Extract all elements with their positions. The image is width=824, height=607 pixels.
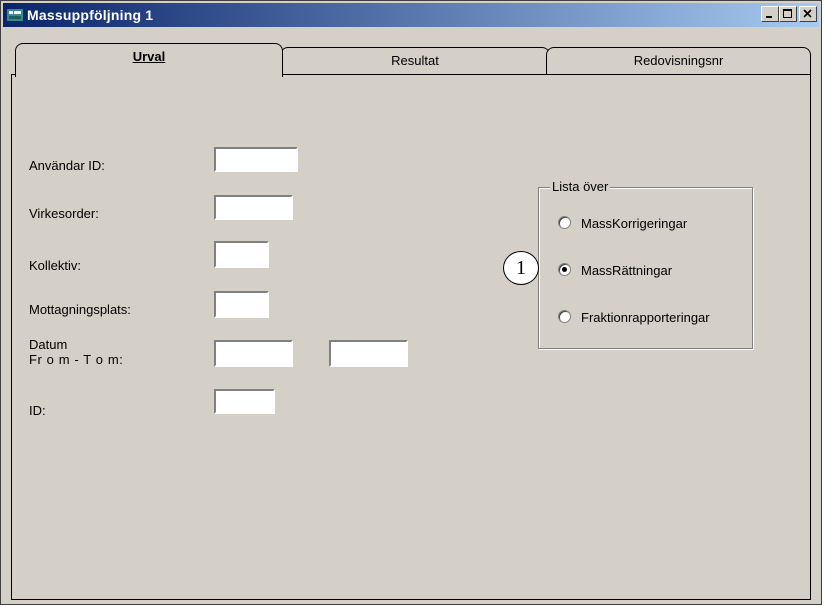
date-from-input[interactable] bbox=[214, 340, 293, 367]
order-label: Virkesorder: bbox=[29, 206, 99, 221]
id-label: ID: bbox=[29, 403, 46, 418]
radio-massrattningar-label[interactable]: MassRättningar bbox=[581, 263, 672, 278]
radio-selected-dot bbox=[562, 267, 567, 272]
date-label: Datum bbox=[29, 337, 68, 352]
radio-masskorrigeringar-label[interactable]: MassKorrigeringar bbox=[581, 216, 687, 231]
list-groupbox-legend: Lista över bbox=[550, 179, 611, 194]
collective-label: Kollektiv: bbox=[29, 258, 82, 273]
radio-fraktionrapporteringar[interactable] bbox=[558, 310, 571, 323]
radio-masskorrigeringar[interactable] bbox=[558, 216, 571, 229]
user-id-input[interactable] bbox=[214, 147, 298, 172]
receiving-label: Mottagningsplats: bbox=[29, 302, 131, 317]
order-input[interactable] bbox=[214, 195, 293, 220]
date-to-input[interactable] bbox=[329, 340, 408, 367]
id-input[interactable] bbox=[214, 389, 275, 414]
date-range-label: Fr o m - T o m: bbox=[29, 352, 124, 367]
callout-marker: 1 bbox=[503, 251, 539, 285]
radio-fraktionrapporteringar-label[interactable]: Fraktionrapporteringar bbox=[581, 310, 710, 325]
collective-input[interactable] bbox=[214, 241, 269, 268]
form-layer: Användar ID: Virkesorder: Kollektiv: Mot… bbox=[1, 1, 823, 606]
application-window: Massuppföljning 1 Urval Resultat Redovis… bbox=[0, 0, 822, 605]
user-id-label: Användar ID: bbox=[29, 158, 105, 173]
receiving-input[interactable] bbox=[214, 291, 269, 318]
radio-massrattningar[interactable] bbox=[558, 263, 571, 276]
